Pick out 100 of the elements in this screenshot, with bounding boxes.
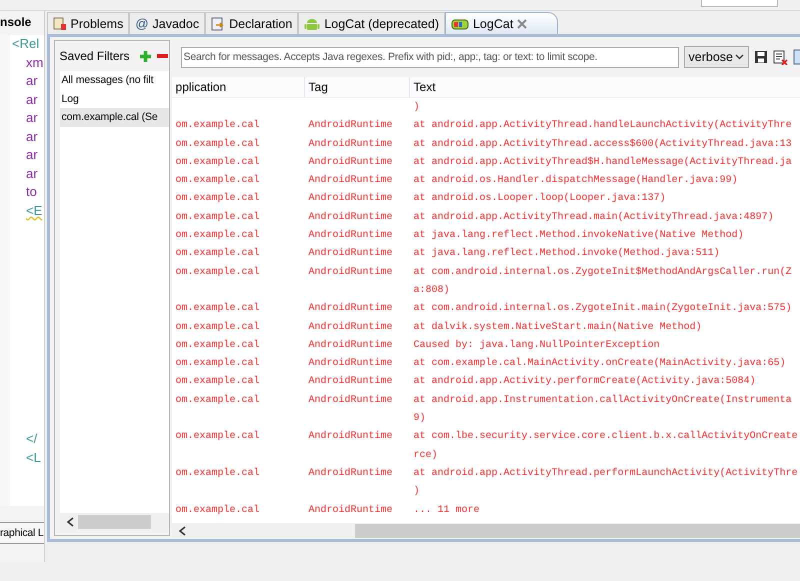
log-text-cell-text: at android.app.ActivityThread.handleLaunchActivity(ActivityThre [412, 118, 793, 134]
code-text: xm [25, 54, 44, 72]
graphical-layout-tab[interactable]: raphical L [0, 522, 44, 544]
log-text-cell-text: at android.app.ActivityThread.main(ActivityThread.java:4897) [412, 210, 775, 225]
log-text-cell-text: Caused by: java.lang.NullPointerException [412, 338, 661, 353]
tag-cell-text: AndroidRuntime [308, 430, 394, 444]
log-text-cell-text: at java.lang.reflect.Method.invoke(Method.java:511) [412, 246, 721, 262]
view-tab[interactable]: Problems [46, 12, 130, 34]
tag-cell-text: AndroidRuntime [308, 174, 394, 188]
application-cell-text: om.example.cal [174, 466, 261, 481]
clear-log-icon[interactable] [772, 50, 788, 64]
android-icon [304, 16, 320, 30]
code-text: ar [25, 72, 39, 90]
log-text-cell-text: at com.example.cal.MainActivity.onCreate(MainActivity.java:65) [412, 356, 787, 372]
saved-filters-label: Saved Filters [60, 49, 130, 63]
application-cell-text: om.example.cal [174, 156, 261, 170]
code-text: ar [25, 109, 39, 127]
scrollbar-thumb[interactable] [78, 515, 151, 529]
log-text-cell-text: at dalvik.system.NativeStart.main(Native Method) [412, 320, 703, 335]
log-text-cell-text: at android.app.Activity.performCreate(Activity.java:5084) [412, 374, 757, 390]
log-text-cell-text: a:808) [412, 284, 451, 298]
code-text: ar [25, 90, 39, 108]
scrollbar-thumb[interactable] [354, 524, 800, 538]
log-text-cell-text: at android.os.Looper.loop(Looper.java:137) [412, 192, 667, 206]
log-text-cell-text: ) [412, 100, 421, 115]
log-text-cell-text: 9) [412, 412, 427, 426]
view-tab[interactable]: LogCat (deprecated) [298, 12, 445, 34]
search-field[interactable]: Search for messages. Accepts Java regexes. Prefix with pid:, app:, tag: or text: to limit scope. [180, 46, 679, 68]
application-cell-text: om.example.cal [174, 374, 261, 390]
log-text-cell-text: at android.os.Handler.dispatchMessage(Handler.java:99) [412, 174, 739, 188]
code-text: ar [25, 128, 39, 146]
log-text-cell-text: at com.android.internal.os.ZygoteInit.main(ZygoteInit.java:575) [412, 302, 793, 316]
application-cell-text: om.example.cal [174, 394, 261, 408]
tag-cell-text: AndroidRuntime [308, 302, 394, 316]
remove-icon[interactable] [156, 54, 168, 58]
application-cell-text: om.example.cal [174, 192, 261, 206]
column-header[interactable]: Text [410, 77, 800, 97]
tag-cell-text: AndroidRuntime [308, 246, 394, 262]
log-text-cell-text: at android.app.ActivityThread.access$600(ActivityThread.java:13 [412, 138, 793, 152]
code-text: <Rel [12, 35, 40, 53]
problems-icon [52, 16, 67, 30]
code-text: </ [25, 430, 38, 448]
log-text-cell-text: at android.app.ActivityThread.performLaunchActivity(ActivityThre [412, 466, 799, 481]
tag-cell-text: AndroidRuntime [308, 210, 394, 225]
logcat-icon [450, 16, 469, 30]
application-cell-text: om.example.cal [174, 174, 261, 188]
code-text: ar [25, 164, 39, 182]
application-cell-text: om.example.cal [174, 210, 261, 225]
quick-access-field[interactable] [701, 0, 778, 7]
tag-cell-text: AndroidRuntime [308, 266, 394, 280]
application-cell-text: om.example.cal [174, 246, 261, 262]
log-text-cell-text: ) [412, 484, 421, 500]
column-header[interactable]: pplication [172, 77, 305, 97]
tag-cell-text: AndroidRuntime [308, 156, 394, 170]
code-text: to [25, 183, 38, 201]
at-sign-icon: @ [135, 16, 149, 31]
add-icon[interactable] [140, 50, 151, 62]
application-cell-text: om.example.cal [174, 266, 261, 280]
chevron-down-icon [734, 54, 744, 60]
log-level-dropdown[interactable]: verbose [684, 46, 749, 68]
log-text-cell-text: at com.android.internal.os.ZygoteInit$MethodAndArgsCaller.run(Z [412, 266, 793, 280]
tag-cell-text: AndroidRuntime [308, 394, 394, 408]
tag-cell-text: AndroidRuntime [308, 466, 394, 481]
filter-item[interactable]: Log [60, 90, 169, 108]
view-tab[interactable]: Declaration [205, 12, 298, 34]
code-text: <E [25, 202, 44, 220]
application-cell-text: om.example.cal [174, 430, 261, 444]
view-tab[interactable]: LogCat [444, 12, 558, 34]
log-text-cell-text: ... 11 more [412, 504, 481, 518]
close-icon[interactable] [517, 18, 528, 28]
console-tab[interactable]: nsole [0, 11, 44, 33]
log-text-cell-text: rce) [412, 448, 439, 463]
save-icon[interactable] [754, 50, 768, 64]
column-header[interactable]: Tag [304, 77, 410, 97]
log-text-cell-text: at com.lbe.security.service.core.client.b.x.callActivityOnCreate [412, 430, 799, 444]
tag-cell-text: AndroidRuntime [308, 374, 394, 390]
tag-cell-text: AndroidRuntime [308, 118, 394, 134]
application-cell-text: om.example.cal [174, 228, 261, 244]
log-text-cell-text: at android.app.ActivityThread$H.handleMessage(ActivityThread.ja [412, 156, 793, 170]
view-tab[interactable]: @ Javadoc [129, 12, 206, 34]
tag-cell-text: AndroidRuntime [308, 320, 394, 335]
code-text: <L [25, 448, 42, 466]
application-cell-text: om.example.cal [174, 138, 261, 152]
application-cell-text: om.example.cal [174, 504, 261, 518]
tag-cell-text: AndroidRuntime [308, 228, 394, 244]
application-cell-text: om.example.cal [174, 356, 261, 372]
tag-cell-text: AndroidRuntime [308, 338, 394, 353]
filter-item[interactable]: com.example.cal (Se [60, 108, 169, 126]
application-cell-text: om.example.cal [174, 320, 261, 335]
application-cell-text: om.example.cal [174, 338, 261, 353]
tag-cell-text: AndroidRuntime [308, 504, 394, 518]
tag-cell-text: AndroidRuntime [308, 192, 394, 206]
application-cell-text: om.example.cal [174, 302, 261, 316]
filter-item[interactable]: All messages (no filt [60, 71, 169, 90]
code-text: ar [25, 146, 39, 164]
log-text-cell-text: at java.lang.reflect.Method.invokeNative(Native Method) [412, 228, 745, 244]
application-cell-text: om.example.cal [174, 118, 261, 134]
tag-cell-text: AndroidRuntime [308, 138, 394, 152]
log-text-cell-text: at android.app.Instrumentation.callActivityOnCreate(Instrumenta [412, 394, 793, 408]
tag-cell-text: AndroidRuntime [308, 356, 394, 372]
